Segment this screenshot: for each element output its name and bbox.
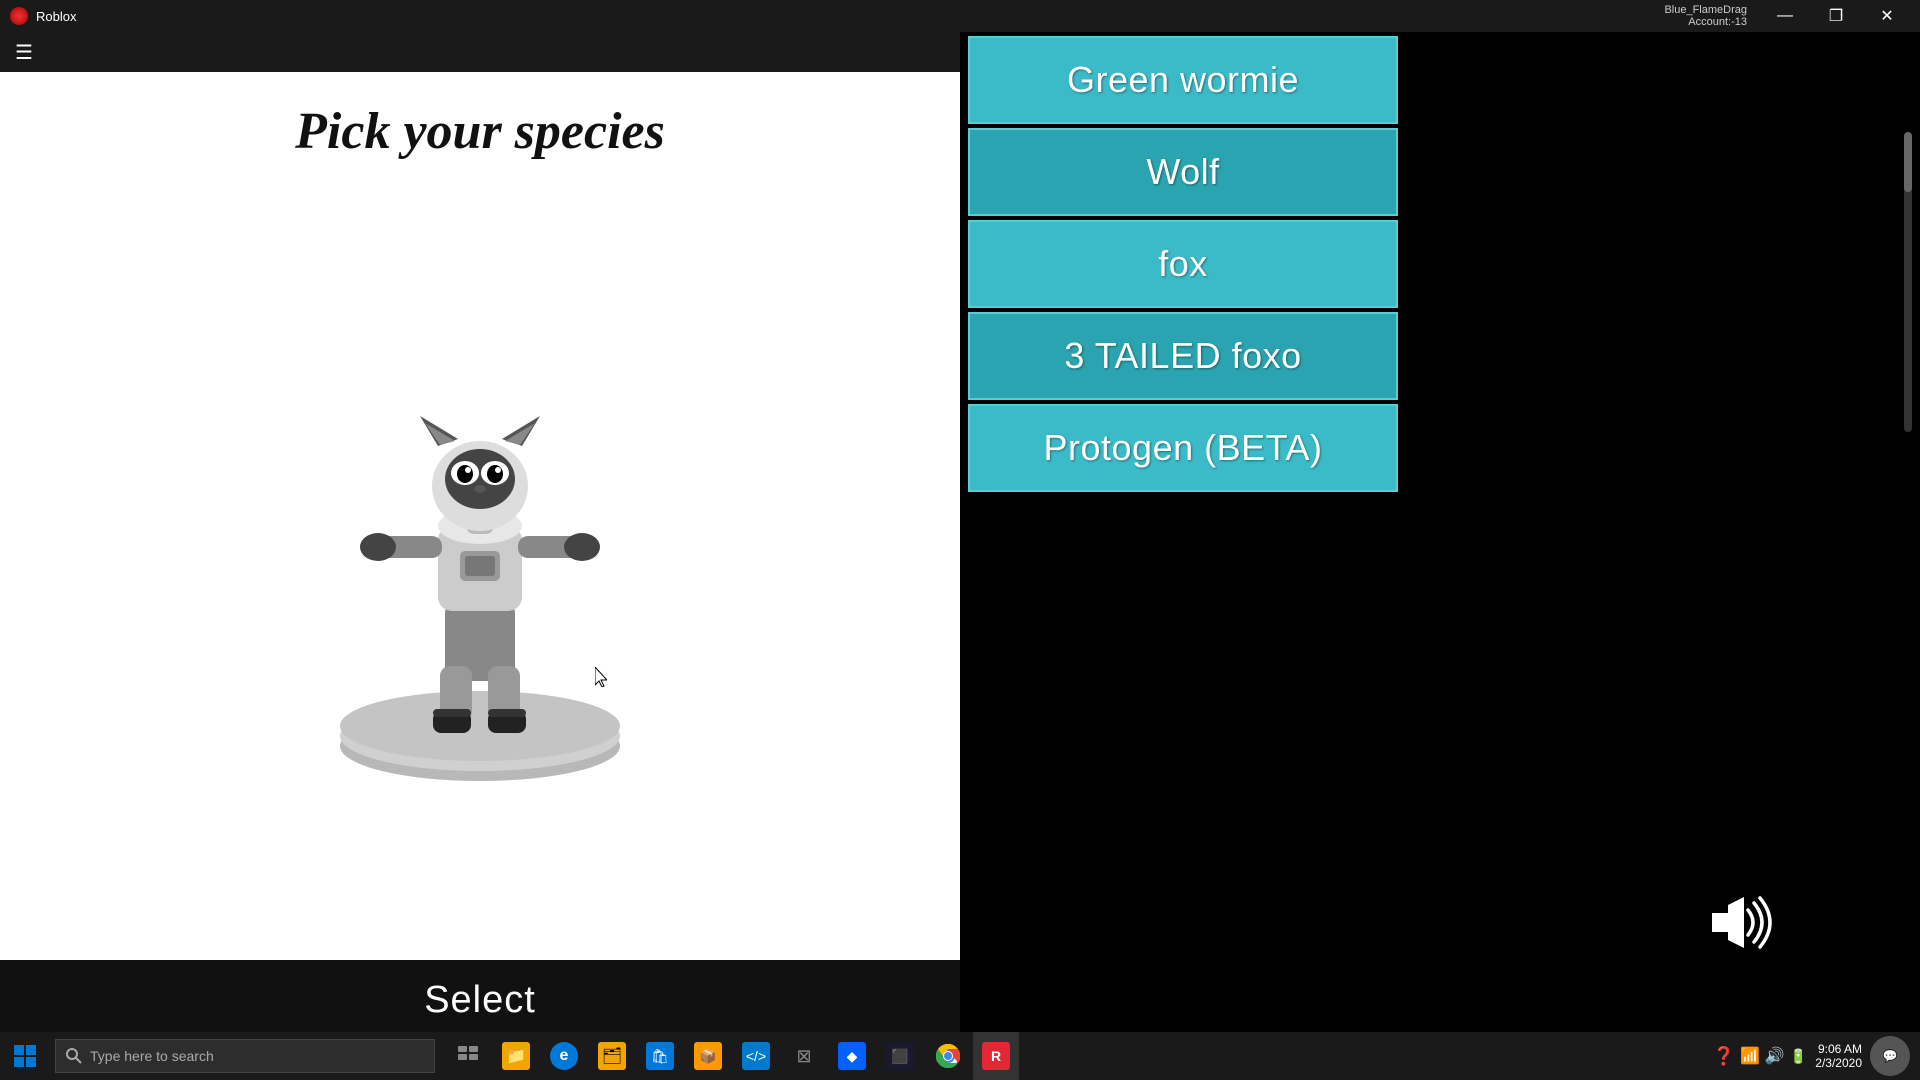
species-item-green-wormie[interactable]: Green wormie: [968, 36, 1398, 124]
clock-date: 2/3/2020: [1815, 1056, 1862, 1070]
title-text: Roblox: [36, 9, 76, 24]
species-item-fox[interactable]: fox: [968, 220, 1398, 308]
species-item-wolf[interactable]: Wolf: [968, 128, 1398, 216]
battery-icon[interactable]: 🔋: [1790, 1048, 1807, 1065]
taskbar-dropbox2[interactable]: ◆: [829, 1032, 875, 1080]
taskbar: Type here to search 📁 e: [0, 1032, 1920, 1080]
account-name: Blue_FlameDrag: [1664, 4, 1747, 16]
clock-time: 9:06 AM: [1815, 1042, 1862, 1056]
taskbar-store[interactable]: 🛍: [637, 1032, 683, 1080]
pick-species-title: Pick your species: [295, 102, 665, 161]
species-label: Wolf: [1146, 151, 1219, 193]
title-bar-left: Roblox: [10, 7, 76, 25]
species-item-protogen[interactable]: Protogen (BETA): [968, 404, 1398, 492]
taskbar-explorer[interactable]: 🗂: [589, 1032, 635, 1080]
game-header: ☰: [0, 32, 960, 72]
taskbar-dropbox[interactable]: ⊠: [781, 1032, 827, 1080]
species-label: Green wormie: [1067, 59, 1299, 101]
maximize-button[interactable]: ❐: [1813, 0, 1859, 32]
scroll-track: [1904, 132, 1912, 432]
volume-area[interactable]: [1710, 895, 1780, 950]
system-clock[interactable]: 9:06 AM 2/3/2020: [1815, 1042, 1862, 1070]
taskbar-roblox[interactable]: R: [973, 1032, 1019, 1080]
wifi-icon[interactable]: 📶: [1740, 1046, 1760, 1066]
minimize-button[interactable]: —: [1762, 0, 1808, 32]
game-area: Pick your species: [0, 72, 960, 960]
taskbar-icons: 📁 e 🗂 🛍 📦 <: [445, 1032, 1019, 1080]
left-panel: ☰ Pick your species: [0, 32, 960, 1040]
taskbar-edge[interactable]: e: [541, 1032, 587, 1080]
taskbar-right-icons: ❓ 📶 🔊 🔋: [1713, 1046, 1808, 1067]
scroll-thumb[interactable]: [1904, 132, 1912, 192]
taskbar-app-blue[interactable]: ⬛: [877, 1032, 923, 1080]
start-button[interactable]: [0, 1032, 50, 1080]
search-placeholder: Type here to search: [90, 1048, 214, 1064]
hamburger-menu[interactable]: ☰: [15, 40, 33, 65]
close-button[interactable]: ✕: [1864, 0, 1910, 32]
taskbar-chrome[interactable]: [925, 1032, 971, 1080]
right-panel: Green wormie Wolf fox 3 TAILED foxo Prot…: [960, 32, 1920, 1040]
app-icon: [10, 7, 28, 25]
character-figure: [290, 361, 670, 781]
taskbar-amazon[interactable]: 📦: [685, 1032, 731, 1080]
taskbar-task-view[interactable]: [445, 1032, 491, 1080]
character-display: [0, 181, 960, 960]
select-label: Select: [424, 979, 536, 1022]
species-label: 3 TAILED foxo: [1064, 335, 1301, 377]
question-icon[interactable]: ❓: [1713, 1046, 1735, 1067]
species-item-3-tailed-foxo[interactable]: 3 TAILED foxo: [968, 312, 1398, 400]
main-container: ☰ Pick your species: [0, 32, 1920, 1040]
search-icon: [66, 1048, 82, 1064]
volume-icon: [1710, 895, 1780, 950]
task-view-icon: [457, 1045, 479, 1067]
title-bar-right: Blue_FlameDrag Account:-13 — ❐ ✕: [1664, 0, 1910, 32]
species-label: fox: [1158, 243, 1208, 285]
windows-logo-icon: [13, 1044, 37, 1068]
taskbar-file-explorer[interactable]: 📁: [493, 1032, 539, 1080]
system-tray: ❓ 📶 🔊 🔋 9:06 AM 2/3/2020 💬: [1713, 1036, 1920, 1076]
account-suffix: Account:-13: [1664, 16, 1747, 28]
search-bar[interactable]: Type here to search: [55, 1039, 435, 1073]
account-info: Blue_FlameDrag Account:-13: [1664, 4, 1747, 28]
chrome-icon: [936, 1044, 960, 1068]
select-button[interactable]: Select: [0, 960, 960, 1040]
volume-tray-icon[interactable]: 🔊: [1765, 1046, 1785, 1066]
title-bar: Roblox Blue_FlameDrag Account:-13 — ❐ ✕: [0, 0, 1920, 32]
notification-area[interactable]: 💬: [1870, 1036, 1910, 1076]
character-svg-container: [290, 361, 670, 781]
species-list: Green wormie Wolf fox 3 TAILED foxo Prot…: [960, 32, 1920, 496]
species-label: Protogen (BETA): [1044, 427, 1323, 469]
taskbar-vscode[interactable]: </>: [733, 1032, 779, 1080]
